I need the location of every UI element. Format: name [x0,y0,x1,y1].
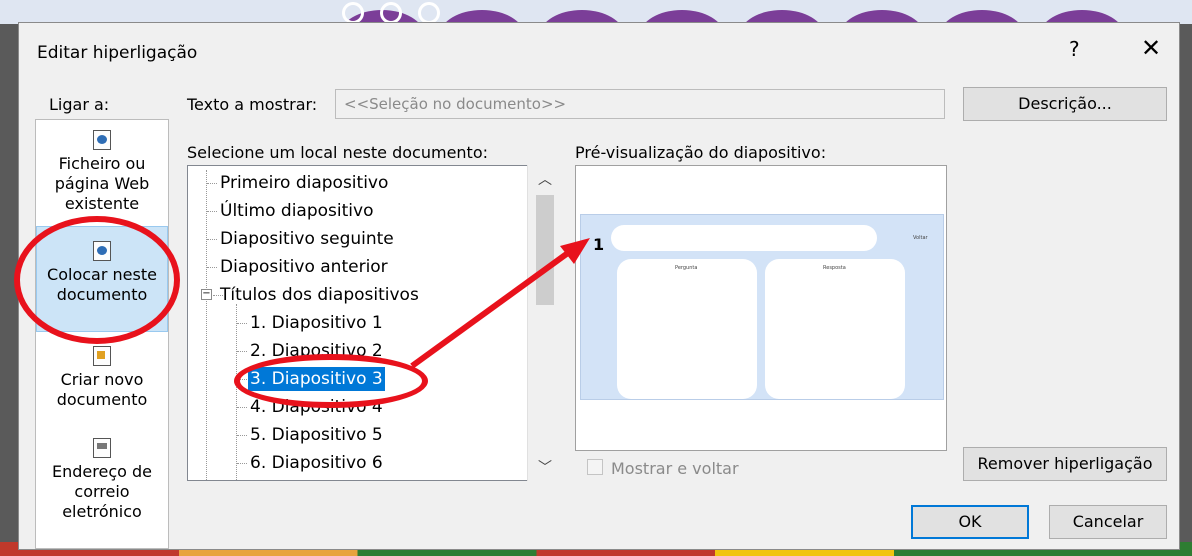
annotation-arrow [410,238,590,369]
